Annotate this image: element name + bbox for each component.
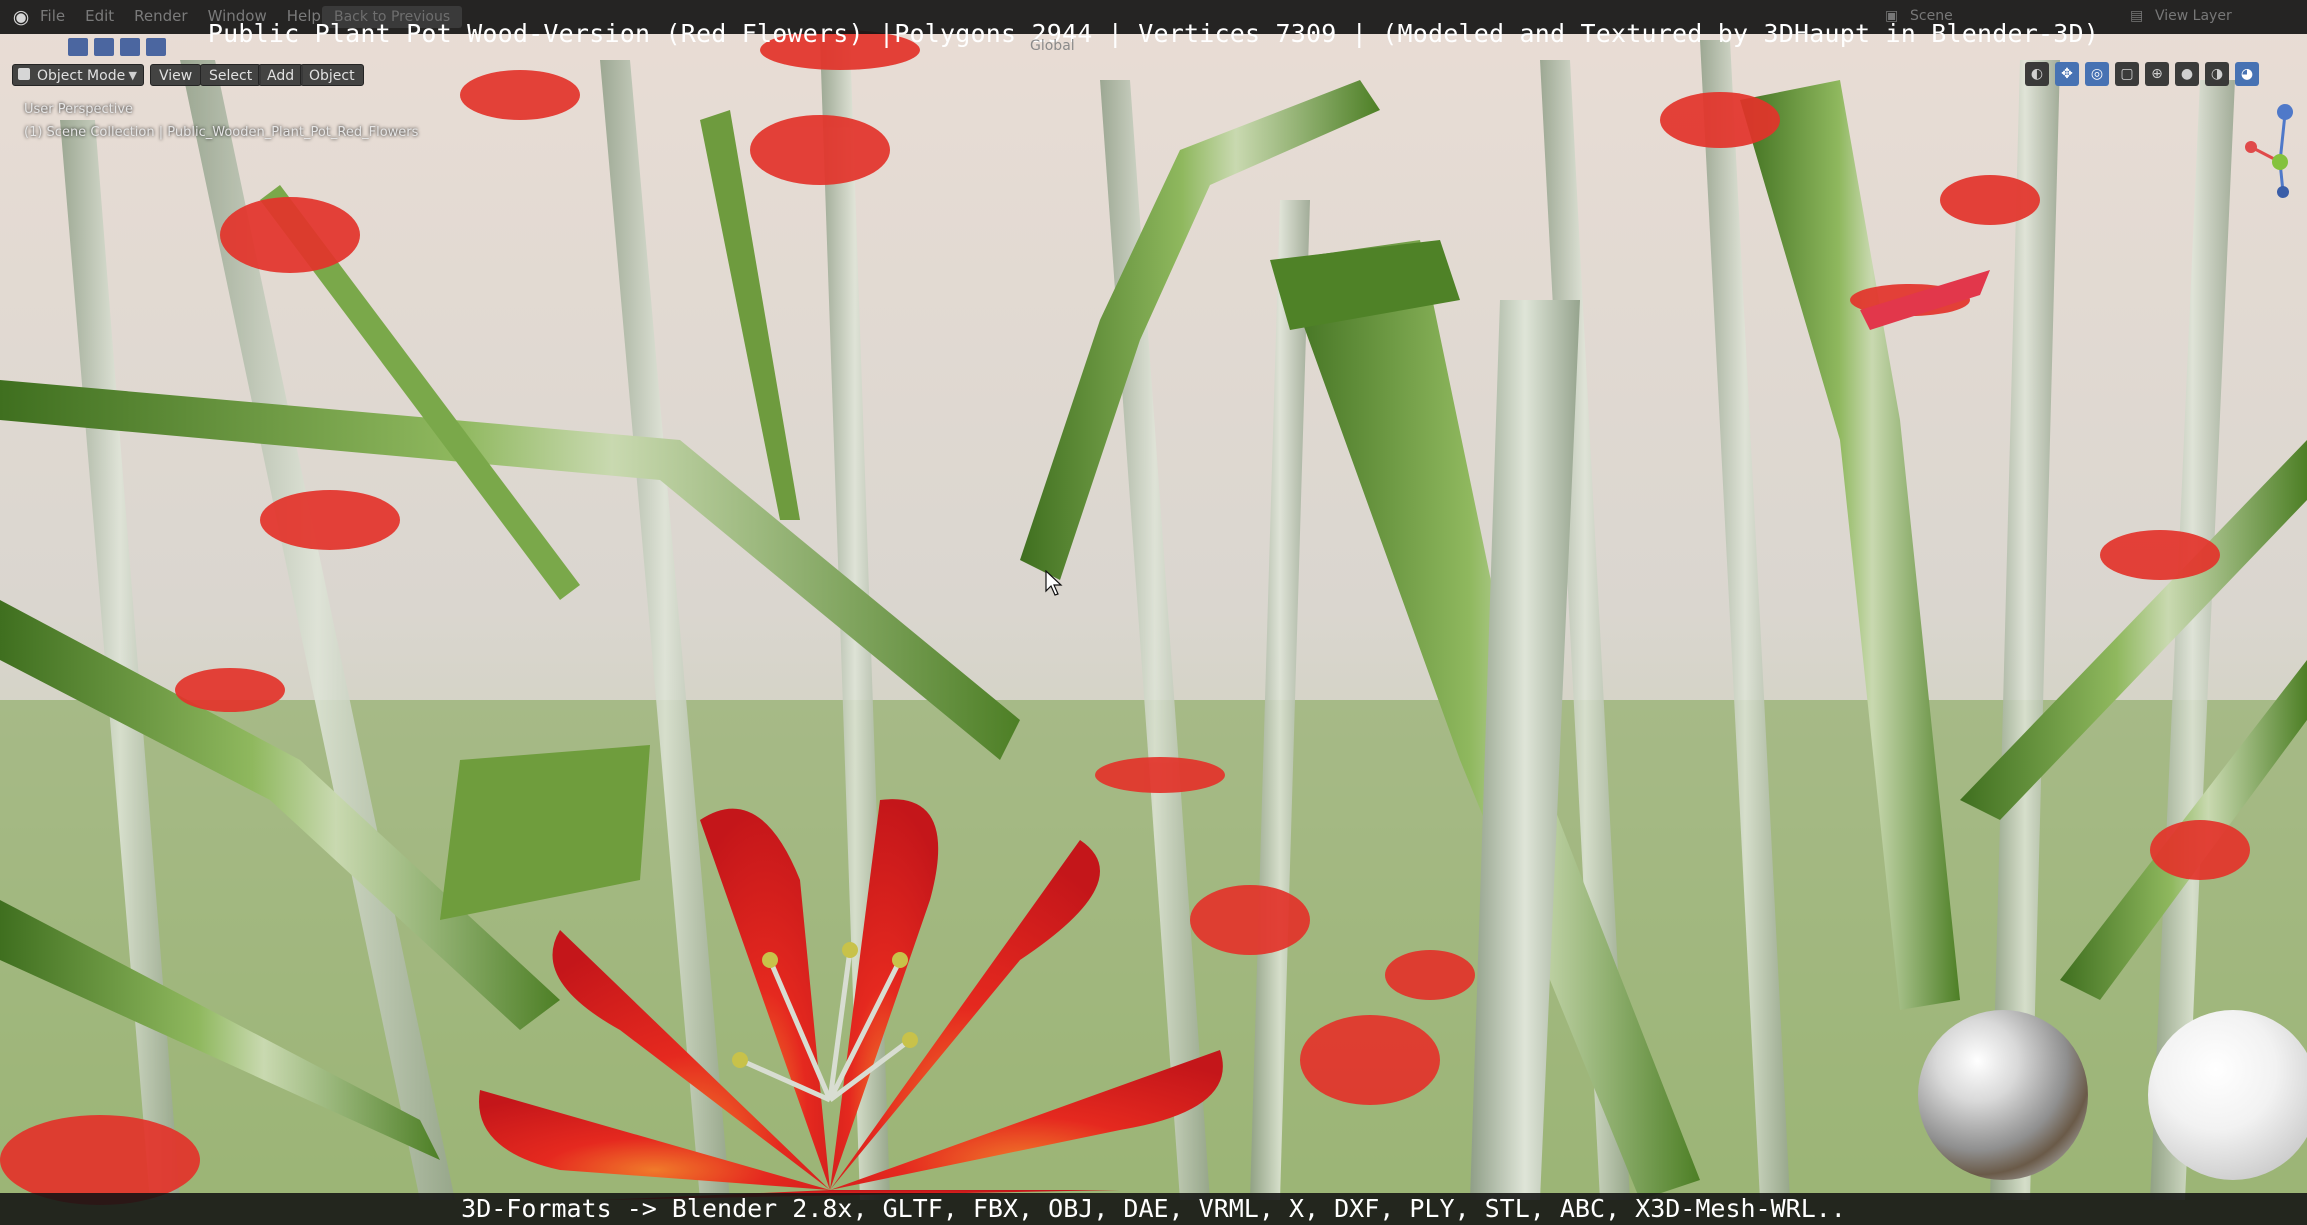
xray-toggle-icon[interactable]: ▢ (2115, 62, 2139, 86)
chevron-down-icon: ▼ (128, 69, 137, 82)
3d-viewport[interactable]: User Perspective (1) Scene Collection | … (0, 0, 2307, 1225)
formats-caption: 3D-Formats -> Blender 2.8x, GLTF, FBX, O… (461, 1194, 1846, 1223)
video-title-overlay: Public Plant Pot Wood-Version (Red Flowe… (207, 19, 2100, 48)
viewport-collection-label: (1) Scene Collection | Public_Wooden_Pla… (24, 125, 419, 140)
transform-orientation[interactable]: Global (1030, 38, 1075, 54)
object-mode-icon (18, 68, 30, 80)
hdri-chrome-sphere (1918, 1010, 2088, 1180)
material-shading-icon[interactable]: ◑ (2205, 62, 2229, 86)
hdri-diffuse-sphere (2148, 1010, 2307, 1180)
object-mode-dropdown[interactable]: Object Mode ▼ (12, 64, 144, 86)
viewport-shading-tools: ◐ ✥ ◎ ▢ ⊕ ● ◑ ◕ (2025, 62, 2259, 86)
select-invert-icon[interactable] (146, 38, 166, 56)
wireframe-shading-icon[interactable]: ⊕ (2145, 62, 2169, 86)
gizmo-toggle-icon[interactable]: ✥ (2055, 62, 2079, 86)
select-subtract-icon[interactable] (120, 38, 140, 56)
axis-gizmo-icon[interactable] (2235, 100, 2305, 200)
object-mode-label: Object Mode (37, 68, 126, 84)
view-menu-button[interactable]: View (150, 64, 202, 86)
select-box-icon[interactable] (68, 38, 88, 56)
bottom-caption-bar: 3D-Formats -> Blender 2.8x, GLTF, FBX, O… (0, 1193, 2307, 1225)
viewport-perspective-label: User Perspective (24, 102, 134, 117)
rendered-shading-icon[interactable]: ◕ (2235, 62, 2259, 86)
overlay-toggle-icon[interactable]: ◎ (2085, 62, 2109, 86)
solid-shading-icon[interactable]: ● (2175, 62, 2199, 86)
object-menu-button[interactable]: Object (300, 64, 364, 86)
mouse-pointer-icon (1045, 570, 1063, 596)
add-menu-button[interactable]: Add (258, 64, 304, 86)
visibility-icon[interactable]: ◐ (2025, 62, 2049, 86)
select-extend-icon[interactable] (94, 38, 114, 56)
select-menu-button[interactable]: Select (200, 64, 262, 86)
select-mode-icons (68, 38, 166, 56)
